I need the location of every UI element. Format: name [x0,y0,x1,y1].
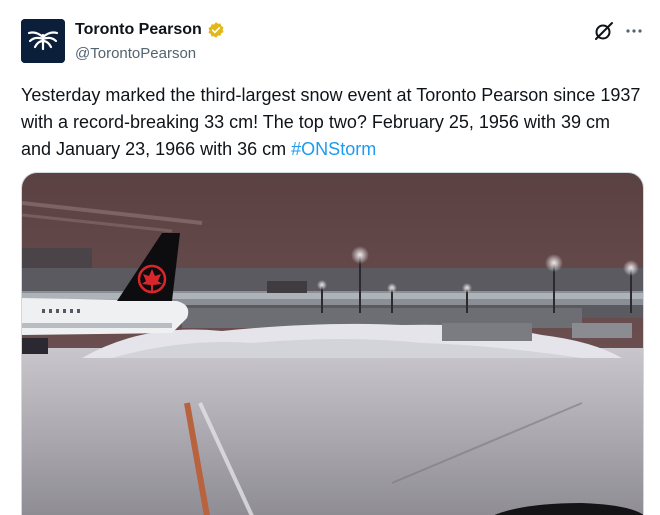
grok-icon[interactable] [593,20,615,42]
verified-badge-icon [207,21,225,39]
avatar[interactable] [21,19,65,63]
tweet-card: Toronto Pearson @TorontoPearson Yesterda… [0,0,660,515]
author-display-name[interactable]: Toronto Pearson [75,21,202,39]
tweet-photo[interactable] [21,172,644,515]
author-name-row: Toronto Pearson [75,21,225,39]
more-options-icon[interactable] [622,20,646,42]
hashtag-link[interactable]: #ONStorm [291,139,376,159]
author-handle[interactable]: @TorontoPearson [75,45,196,62]
snowy-airport-photo [22,173,643,515]
tweet-text: Yesterday marked the third-largest snow … [21,82,641,163]
toronto-pearson-logo-icon [21,19,65,63]
